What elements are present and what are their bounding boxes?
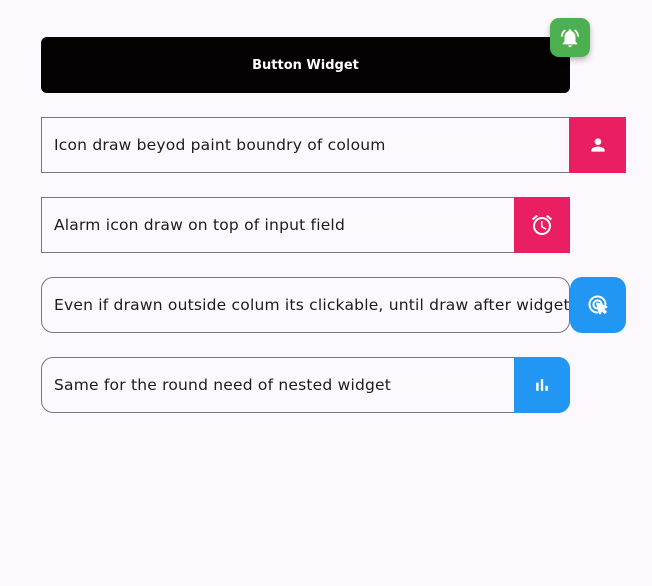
row-chart: Same for the round need of nested widget	[41, 357, 570, 413]
row-alarm: Alarm icon draw on top of input field	[41, 197, 570, 253]
notifications-active-icon	[559, 27, 581, 49]
notification-fab[interactable]	[550, 18, 590, 57]
text-field-touch[interactable]: Even if drawn outside colum its clickabl…	[41, 277, 570, 333]
person-icon	[588, 135, 608, 155]
row-person: Icon draw beyod paint boundry of coloum	[41, 117, 626, 173]
alarm-icon	[530, 213, 554, 237]
button-widget[interactable]: Button Widget	[41, 37, 570, 93]
touch-icon-button[interactable]	[570, 277, 626, 333]
text-field-person[interactable]: Icon draw beyod paint boundry of coloum	[41, 117, 570, 173]
text-field-alarm[interactable]: Alarm icon draw on top of input field	[41, 197, 570, 253]
bar-chart-icon	[532, 375, 552, 395]
button-widget-label: Button Widget	[252, 57, 359, 73]
bar-chart-icon-button[interactable]	[514, 357, 570, 413]
text-field-chart[interactable]: Same for the round need of nested widget	[41, 357, 570, 413]
text-field-value: Alarm icon draw on top of input field	[54, 216, 345, 234]
person-icon-button[interactable]	[569, 117, 626, 173]
text-field-value: Even if drawn outside colum its clickabl…	[54, 296, 570, 314]
text-field-value: Same for the round need of nested widget	[54, 376, 392, 394]
touch-icon	[586, 293, 610, 317]
text-field-value: Icon draw beyod paint boundry of coloum	[54, 136, 386, 154]
row-touch: Even if drawn outside colum its clickabl…	[41, 277, 626, 333]
alarm-icon-button[interactable]	[514, 197, 570, 253]
